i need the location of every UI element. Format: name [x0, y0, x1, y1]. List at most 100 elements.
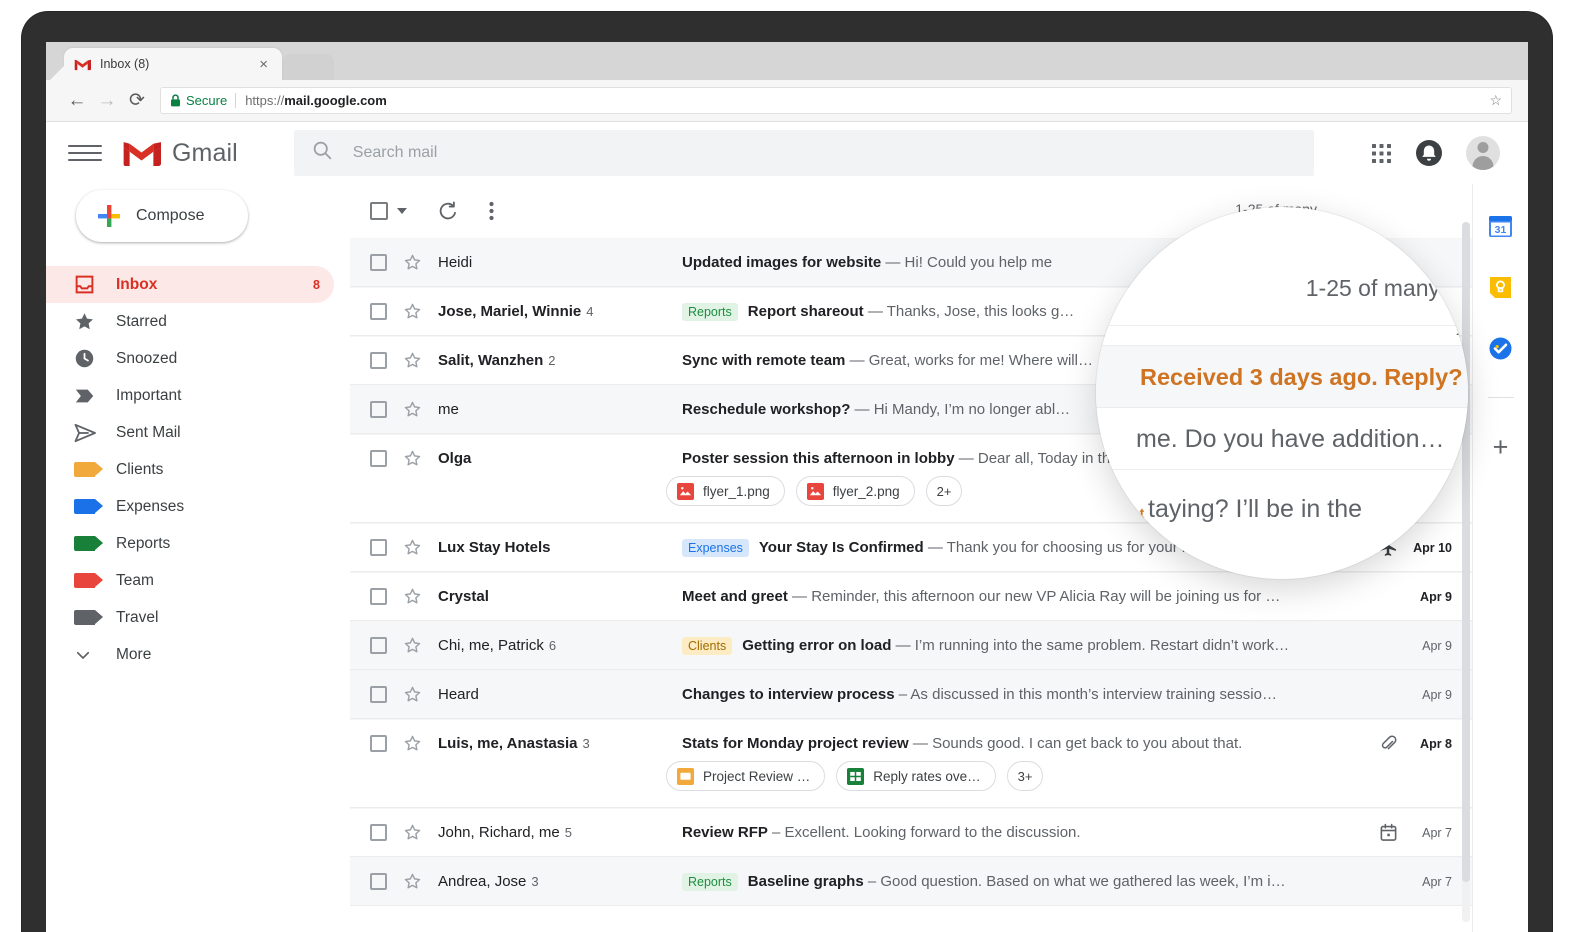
table-row[interactable]: Luis, me, Anastasia 3 Stats for Monday pro… [350, 719, 1472, 808]
sidebar-item-clients[interactable]: Clients [46, 451, 334, 488]
subject-text: Reschedule workshop? [682, 401, 851, 418]
back-button[interactable]: ← [62, 86, 92, 116]
star-icon[interactable] [403, 734, 422, 753]
table-row[interactable]: Chi, me, Patrick 6 Clients Getting error on… [350, 621, 1472, 670]
sidebar-item-snoozed[interactable]: Snoozed [46, 340, 334, 377]
more-attachments-badge[interactable]: 3+ [1006, 761, 1044, 791]
search-input[interactable] [352, 144, 1296, 162]
star-icon[interactable] [403, 872, 422, 891]
attachment-chip[interactable]: flyer_1.png [666, 476, 785, 506]
star-icon[interactable] [403, 253, 422, 272]
table-row[interactable]: Crystal Meet and greet — Reminder, this a… [350, 572, 1472, 621]
attachment-chip[interactable]: flyer_2.png [795, 476, 915, 506]
magnifier-content: 1-25 of many › Received 3 days ago. Repl… [1096, 207, 1468, 579]
category-label[interactable]: Reports [682, 302, 738, 321]
sidebar-item-sent-mail[interactable]: Sent Mail [46, 414, 334, 451]
chevron-down-icon [74, 646, 104, 664]
google-calendar-icon[interactable]: 31 [1488, 214, 1513, 239]
thread-count: 4 [586, 304, 594, 319]
sender-names-plain: Crystal [438, 588, 489, 605]
sidebar-item-expenses[interactable]: Expenses [46, 488, 334, 525]
row-checkbox[interactable] [370, 539, 387, 556]
sender-names-bold: Mariel, Winnie [480, 303, 582, 320]
sender-names-plain: Lux Stay Hotels [438, 539, 551, 556]
paperclip-icon [1379, 734, 1398, 753]
sender-names: Luis, me, Anastasia 3 [438, 735, 680, 752]
table-row[interactable]: John, Richard, me 5 Review RFP – Excellent… [350, 808, 1472, 857]
sidebar-item-label: Inbox [116, 275, 158, 293]
snippet-text: – As discussed in this month’s interview… [898, 686, 1277, 703]
select-all-checkbox[interactable] [370, 202, 388, 220]
row-checkbox[interactable] [370, 450, 387, 467]
image-file-icon [677, 482, 694, 500]
subject-and-snippet: Updated images for website — Hi! Could y… [682, 254, 1052, 271]
row-checkbox[interactable] [370, 303, 387, 320]
add-addon-button[interactable]: + [1493, 434, 1509, 461]
subject-text: Getting error on load [742, 637, 892, 654]
subject-text: Baseline graphs [747, 873, 864, 890]
close-icon[interactable]: × [255, 57, 272, 72]
compose-button[interactable]: Compose [76, 190, 248, 242]
gmail-favicon-icon [74, 57, 91, 72]
row-checkbox[interactable] [370, 735, 387, 752]
reload-button[interactable]: ⟳ [122, 86, 152, 116]
subject-and-snippet: Changes to interview process – As discus… [682, 686, 1277, 703]
star-icon[interactable] [403, 538, 422, 557]
sidebar-item-starred[interactable]: Starred [46, 303, 334, 340]
row-checkbox[interactable] [370, 352, 387, 369]
star-icon[interactable] [403, 400, 422, 419]
sidebar-item-important[interactable]: Important [46, 377, 334, 414]
row-checkbox[interactable] [370, 824, 387, 841]
category-label[interactable]: Expenses [682, 538, 749, 557]
hamburger-menu-icon[interactable] [68, 145, 102, 161]
more-attachments-badge[interactable]: 2+ [925, 476, 963, 506]
star-icon[interactable] [403, 351, 422, 370]
browser-tab[interactable]: Inbox (8) × [64, 48, 282, 80]
row-checkbox[interactable] [370, 686, 387, 703]
refresh-icon[interactable] [437, 200, 459, 222]
address-bar[interactable]: Secure https:// mail.google.com ☆ [160, 87, 1512, 114]
bookmark-star-icon[interactable]: ☆ [1489, 92, 1502, 109]
star-icon[interactable] [403, 449, 422, 468]
row-checkbox[interactable] [370, 873, 387, 890]
google-keep-icon[interactable] [1488, 275, 1513, 300]
url-host: mail.google.com [284, 93, 387, 108]
forward-button[interactable]: → [92, 86, 122, 116]
category-label[interactable]: Clients [682, 636, 733, 655]
subject-text: Sync with remote team [682, 352, 846, 369]
table-row[interactable]: Heard Changes to interview process – As d… [350, 670, 1472, 719]
table-row[interactable]: Andrea, Jose 3 Reports Baseline graphs – Go… [350, 857, 1472, 906]
slides-file-icon [677, 767, 694, 785]
row-checkbox[interactable] [370, 401, 387, 418]
avatar[interactable] [1466, 136, 1500, 170]
attachment-chip[interactable]: Project Review … [666, 761, 826, 791]
chevron-down-icon[interactable] [397, 208, 407, 214]
star-icon[interactable] [403, 587, 422, 606]
search-bar[interactable] [293, 130, 1314, 176]
star-icon[interactable] [403, 302, 422, 321]
row-checkbox[interactable] [370, 588, 387, 605]
row-checkbox[interactable] [370, 637, 387, 654]
apps-grid-icon[interactable] [1371, 143, 1392, 164]
google-tasks-icon[interactable] [1488, 336, 1513, 361]
star-icon[interactable] [403, 636, 422, 655]
sidebar-item-travel[interactable]: Travel [46, 599, 334, 636]
sender-names: John, Richard, me 5 [438, 824, 680, 841]
subject-and-snippet: Stats for Monday project review — Sounds… [682, 735, 1242, 752]
attachment-name: flyer_1.png [703, 483, 770, 499]
star-icon[interactable] [403, 823, 422, 842]
gmail-app: Gmail Search mail Compose Inbox 8 Starre… [46, 122, 1528, 932]
star-icon[interactable] [403, 685, 422, 704]
category-label[interactable]: Reports [682, 872, 738, 891]
sidebar-item-more[interactable]: More [46, 636, 334, 673]
sender-names-bold: Anastasia [506, 735, 578, 752]
sidebar-item-team[interactable]: Team [46, 562, 334, 599]
sender-names-plain: Heard [438, 686, 479, 703]
attachment-chip[interactable]: Reply rates ove… [836, 761, 996, 791]
sidebar-item-reports[interactable]: Reports [46, 525, 334, 562]
row-checkbox[interactable] [370, 254, 387, 271]
notification-bell-icon[interactable] [1414, 138, 1444, 168]
more-options-icon[interactable] [489, 201, 494, 221]
snippet-text: — Great, works for me! Where will… [849, 352, 1093, 369]
sidebar-item-inbox[interactable]: Inbox 8 [46, 266, 334, 303]
